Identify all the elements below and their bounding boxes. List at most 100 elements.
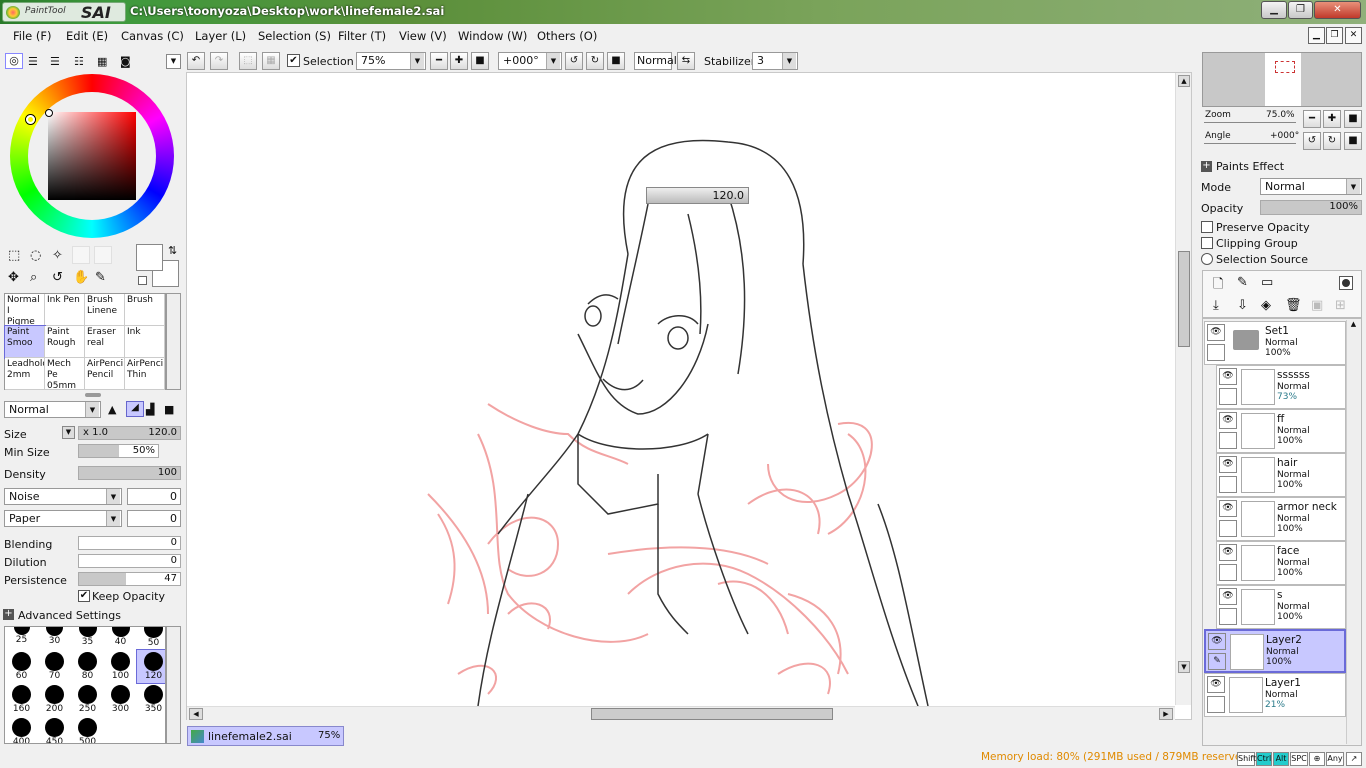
min-size-slider[interactable]: 50% <box>78 444 159 458</box>
clipping-group-checkbox[interactable] <box>1201 237 1213 249</box>
transfer-down-icon[interactable]: ⤓ <box>1213 298 1219 313</box>
new-folder-icon[interactable]: ▭ <box>1261 275 1273 290</box>
selection-checkbox[interactable]: ✔ <box>287 54 300 67</box>
brush-size-40[interactable]: 40 <box>104 627 137 650</box>
hsv-slider-tab-icon[interactable]: ☰ <box>50 55 60 68</box>
brush-size-70[interactable]: 70 <box>38 650 71 683</box>
brush-size-350[interactable]: 350 <box>137 683 165 716</box>
lasso-icon[interactable]: ◌ <box>30 248 41 263</box>
scroll-right-icon[interactable]: ▶ <box>1159 708 1173 720</box>
brush-shape-soft-icon[interactable]: ▟ <box>146 403 154 416</box>
navigator-preview[interactable] <box>1202 52 1362 107</box>
menu-others[interactable]: Others (O) <box>537 29 597 43</box>
pencil-icon[interactable]: ✎ <box>1208 653 1226 670</box>
brush-shape-hard-icon[interactable]: ▲ <box>108 403 116 416</box>
menu-window[interactable]: Window (W) <box>458 29 527 43</box>
zoom-out-button[interactable]: ━ <box>430 52 448 70</box>
mask-icon[interactable] <box>1339 276 1353 290</box>
zoom-reset-button[interactable]: ■ <box>471 52 489 70</box>
nav-angle-slider[interactable] <box>1204 143 1296 144</box>
color-wheel-tab-icon[interactable]: ◎ <box>5 53 23 69</box>
brush-size-scrollbar[interactable] <box>166 626 181 744</box>
deselect-button[interactable]: ⬚ <box>239 52 257 70</box>
tool-eraser-real[interactable]: Eraser real <box>85 326 125 358</box>
rect-select-icon[interactable]: ⬚ <box>8 248 20 263</box>
brush-shape-medium-icon[interactable]: ◢ <box>126 401 144 417</box>
mdi-restore-button[interactable]: ❐ <box>1326 27 1343 44</box>
redo-button[interactable]: ↷ <box>210 52 228 70</box>
persistence-slider[interactable]: 47 <box>78 572 181 586</box>
nav-rotate-cw-button[interactable]: ↻ <box>1323 132 1341 150</box>
eye-icon[interactable]: 👁 <box>1219 500 1237 517</box>
layer-row-layer2[interactable]: 👁 ✎ Layer2 Normal 100% <box>1204 629 1346 673</box>
menu-edit[interactable]: Edit (E) <box>66 29 108 43</box>
paper-value-input[interactable]: 0 <box>127 510 181 527</box>
brush-size-450[interactable]: 450 <box>38 716 71 743</box>
noise-select[interactable]: Noise ▼ <box>4 488 122 505</box>
move-icon[interactable]: ✥ <box>8 270 19 285</box>
stabilizer-select[interactable]: 3 ▼ <box>752 52 798 70</box>
nav-zoom-out-button[interactable]: ━ <box>1303 110 1321 128</box>
primary-color-swatch[interactable] <box>136 244 163 271</box>
new-layer-icon[interactable]: 🗋 <box>1213 275 1223 297</box>
mdi-close-button[interactable]: ✕ <box>1345 27 1362 44</box>
layer-row-face[interactable]: 👁 face Normal 100% <box>1216 541 1346 585</box>
merge-down-icon[interactable]: ⇩ <box>1237 298 1248 313</box>
maximize-button[interactable]: ❐ <box>1288 1 1313 19</box>
blending-slider[interactable]: 0 <box>78 536 181 550</box>
brush-size-50[interactable]: 50 <box>137 627 165 650</box>
tool-grid-scrollbar[interactable] <box>166 293 181 390</box>
eye-icon[interactable]: 👁 <box>1208 633 1226 650</box>
rgb-slider-tab-icon[interactable]: ☰ <box>28 55 38 68</box>
scroll-left-icon[interactable]: ◀ <box>189 708 203 720</box>
scroll-up-icon[interactable]: ▲ <box>1178 75 1190 87</box>
nav-zoom-reset-button[interactable]: ■ <box>1344 110 1362 128</box>
layer-row-set1[interactable]: 👁 Set1 Normal 100% <box>1204 321 1346 365</box>
layer-row-ssssss[interactable]: 👁 ssssss Normal 73% <box>1216 365 1346 409</box>
layer-row-ff[interactable]: 👁 ff Normal 100% <box>1216 409 1346 453</box>
trash-icon[interactable]: 🗑 <box>1285 298 1302 313</box>
angle-select[interactable]: +000° ▼ <box>498 52 562 70</box>
nav-rotate-reset-button[interactable]: ■ <box>1344 132 1362 150</box>
menu-view[interactable]: View (V) <box>399 29 447 43</box>
tool-airpencil-thin[interactable]: AirPenci Thin <box>125 358 165 390</box>
scroll-up-icon[interactable]: ▲ <box>1347 320 1360 328</box>
brush-size-30[interactable]: 30 <box>38 627 71 650</box>
eye-icon[interactable]: 👁 <box>1219 368 1237 385</box>
tool-ink[interactable]: Ink <box>125 326 165 358</box>
eye-icon[interactable]: 👁 <box>1219 544 1237 561</box>
rotate-reset-button[interactable]: ■ <box>607 52 625 70</box>
saturation-value-box[interactable] <box>48 112 136 200</box>
brush-size-500[interactable]: 500 <box>71 716 104 743</box>
layer-select-checkbox[interactable] <box>1219 476 1237 493</box>
drawing-canvas[interactable] <box>188 74 1174 706</box>
scratchpad-tab-icon[interactable]: ◙ <box>120 55 131 68</box>
delete-mask-icon[interactable]: ⊞ <box>1335 298 1346 313</box>
layer-select-checkbox[interactable] <box>1219 432 1237 449</box>
swatch-tab-icon[interactable]: ☷ <box>74 55 84 68</box>
tool-brush[interactable]: Brush <box>125 294 165 326</box>
brush-size-400[interactable]: 400 <box>5 716 38 743</box>
layer-opacity-slider[interactable]: 100% <box>1260 200 1362 215</box>
eye-icon[interactable]: 👁 <box>1219 588 1237 605</box>
brush-size-25[interactable]: 25 <box>5 627 38 650</box>
menu-selection[interactable]: Selection (S) <box>258 29 331 43</box>
rotate-ccw-button[interactable]: ↺ <box>565 52 583 70</box>
panel-menu-button[interactable]: ▼ <box>166 54 181 69</box>
eye-icon[interactable]: 👁 <box>1219 456 1237 473</box>
tool-brush-lineart[interactable]: Brush Linene <box>85 294 125 326</box>
rotate-icon[interactable]: ↺ <box>52 270 63 285</box>
eye-icon[interactable]: 👁 <box>1207 676 1225 693</box>
apply-mask-icon[interactable]: ▣ <box>1311 298 1323 313</box>
layer-mode-select[interactable]: Normal ▼ <box>1260 178 1362 195</box>
transparent-color-icon[interactable] <box>138 276 147 285</box>
brush-size-300[interactable]: 300 <box>104 683 137 716</box>
mdi-minimize-button[interactable]: ▁ <box>1308 27 1325 44</box>
canvas-horizontal-scrollbar[interactable]: ◀ ▶ <box>187 706 1175 720</box>
layer-row-armor-neck[interactable]: 👁 armor neck Normal 100% <box>1216 497 1346 541</box>
document-tab[interactable]: linefemale2.sai 75% <box>187 726 344 746</box>
clear-layer-icon[interactable]: ◈ <box>1261 298 1271 313</box>
scroll-down-icon[interactable]: ▼ <box>1178 661 1190 673</box>
brush-size-80[interactable]: 80 <box>71 650 104 683</box>
minimize-button[interactable]: ▁ <box>1261 1 1287 19</box>
